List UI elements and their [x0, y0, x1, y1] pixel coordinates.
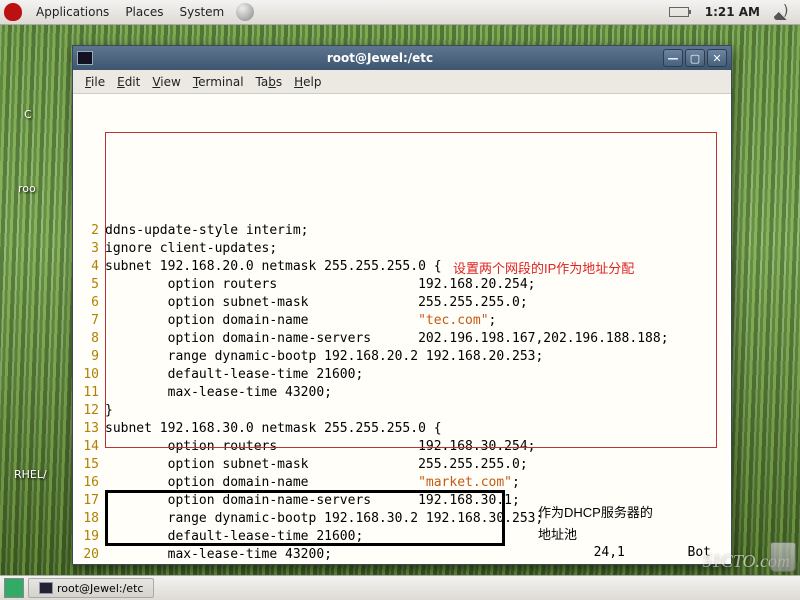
menu-view[interactable]: View [146, 73, 186, 91]
window-title: root@Jewel:/etc [99, 51, 661, 65]
battery-icon[interactable] [669, 7, 689, 17]
menu-help[interactable]: Help [288, 73, 327, 91]
clock[interactable]: 1:21 AM [697, 5, 768, 19]
desktop-icon-label[interactable]: roo [18, 182, 36, 195]
show-desktop-button[interactable] [4, 578, 24, 598]
volume-icon[interactable] [774, 4, 790, 20]
menu-edit[interactable]: Edit [111, 73, 146, 91]
vim-status: 24,1 Bot [594, 544, 711, 562]
places-menu[interactable]: Places [117, 5, 171, 19]
top-panel: Applications Places System 1:21 AM [0, 0, 800, 25]
taskbar-item-label: root@Jewel:/etc [57, 582, 143, 595]
menu-file[interactable]: File [79, 73, 111, 91]
menubar: File Edit View Terminal Tabs Help [73, 70, 731, 94]
annotation-text: 作为DHCP服务器的地址池 [538, 502, 653, 546]
maximize-button[interactable]: ▢ [685, 49, 705, 67]
window-icon [77, 51, 93, 65]
desktop-icon-label[interactable]: RHEL/ [14, 468, 47, 481]
desktop-icon-label[interactable]: C [24, 108, 32, 121]
menu-tabs[interactable]: Tabs [250, 73, 289, 91]
terminal-content[interactable]: 设置两个网段的IP作为地址分配 作为DHCP服务器的地址池 24,1 Bot 2… [73, 94, 731, 564]
annotation-text: 设置两个网段的IP作为地址分配 [453, 260, 634, 278]
close-button[interactable]: ✕ [707, 49, 727, 67]
taskbar-item[interactable]: root@Jewel:/etc [28, 578, 154, 598]
trash-icon[interactable] [770, 542, 796, 572]
minimize-button[interactable]: — [663, 49, 683, 67]
terminal-icon [39, 582, 53, 594]
applications-menu[interactable]: Applications [28, 5, 117, 19]
system-menu[interactable]: System [171, 5, 232, 19]
bottom-panel: root@Jewel:/etc [0, 575, 800, 600]
distro-icon[interactable] [4, 3, 22, 21]
launcher-icon[interactable] [236, 3, 254, 21]
titlebar[interactable]: root@Jewel:/etc — ▢ ✕ [73, 46, 731, 70]
menu-terminal[interactable]: Terminal [187, 73, 250, 91]
terminal-window: root@Jewel:/etc — ▢ ✕ File Edit View Ter… [72, 45, 732, 565]
